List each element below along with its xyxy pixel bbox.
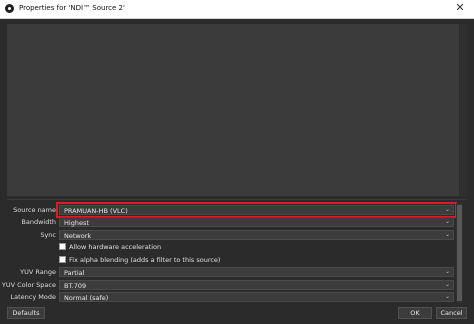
latency-mode-label: Latency Mode: [10, 293, 56, 301]
source-name-select[interactable]: PRAMUAN-HB (VLC) ⌄: [56, 202, 457, 218]
sync-select[interactable]: Network ⌄: [59, 230, 454, 240]
bandwidth-label: Bandwidth: [21, 218, 56, 226]
chevron-down-icon: ⌄: [444, 293, 450, 300]
sync-label: Sync: [40, 231, 56, 239]
source-name-label: Source name: [13, 206, 56, 214]
defaults-button[interactable]: Defaults: [7, 307, 45, 319]
cancel-button[interactable]: Cancel: [436, 307, 467, 319]
chevron-down-icon: ⌄: [444, 206, 450, 213]
properties-scrollbar[interactable]: [456, 203, 463, 303]
chevron-down-icon: ⌄: [444, 268, 450, 275]
chevron-down-icon: ⌄: [444, 231, 450, 238]
close-icon[interactable]: ✕: [454, 2, 466, 14]
source-name-value: PRAMUAN-HB (VLC): [64, 207, 128, 215]
ok-button[interactable]: OK: [398, 307, 432, 319]
fix-alpha-label[interactable]: Fix alpha blending (adds a filter to thi…: [69, 256, 220, 264]
preview-scrollbar[interactable]: [460, 24, 467, 196]
bandwidth-value: Highest: [64, 219, 89, 227]
scrollbar-thumb[interactable]: [457, 205, 462, 301]
latency-mode-value: Normal (safe): [64, 294, 109, 302]
yuv-color-space-select[interactable]: BT.709 ⌄: [59, 280, 454, 290]
yuv-color-space-label: YUV Color Space: [1, 281, 56, 289]
sync-value: Network: [64, 232, 92, 240]
yuv-range-label: YUV Range: [20, 268, 56, 276]
yuv-range-value: Partial: [64, 269, 85, 277]
allow-hw-accel-label[interactable]: Allow hardware acceleration: [69, 243, 161, 251]
obs-logo-icon: [5, 4, 14, 13]
yuv-color-space-value: BT.709: [64, 282, 87, 290]
bandwidth-select[interactable]: Highest ⌄: [59, 217, 454, 227]
latency-mode-select[interactable]: Normal (safe) ⌄: [59, 292, 454, 302]
allow-hw-accel-checkbox[interactable]: [59, 243, 66, 250]
chevron-down-icon: ⌄: [444, 218, 450, 225]
yuv-range-select[interactable]: Partial ⌄: [59, 267, 454, 277]
window-title: Properties for 'NDI™ Source 2': [19, 4, 125, 12]
fix-alpha-checkbox[interactable]: [59, 256, 66, 263]
chevron-down-icon: ⌄: [444, 281, 450, 288]
splitter[interactable]: [7, 199, 467, 200]
source-preview: [7, 24, 459, 196]
title-bar: Properties for 'NDI™ Source 2' ✕: [0, 0, 474, 19]
